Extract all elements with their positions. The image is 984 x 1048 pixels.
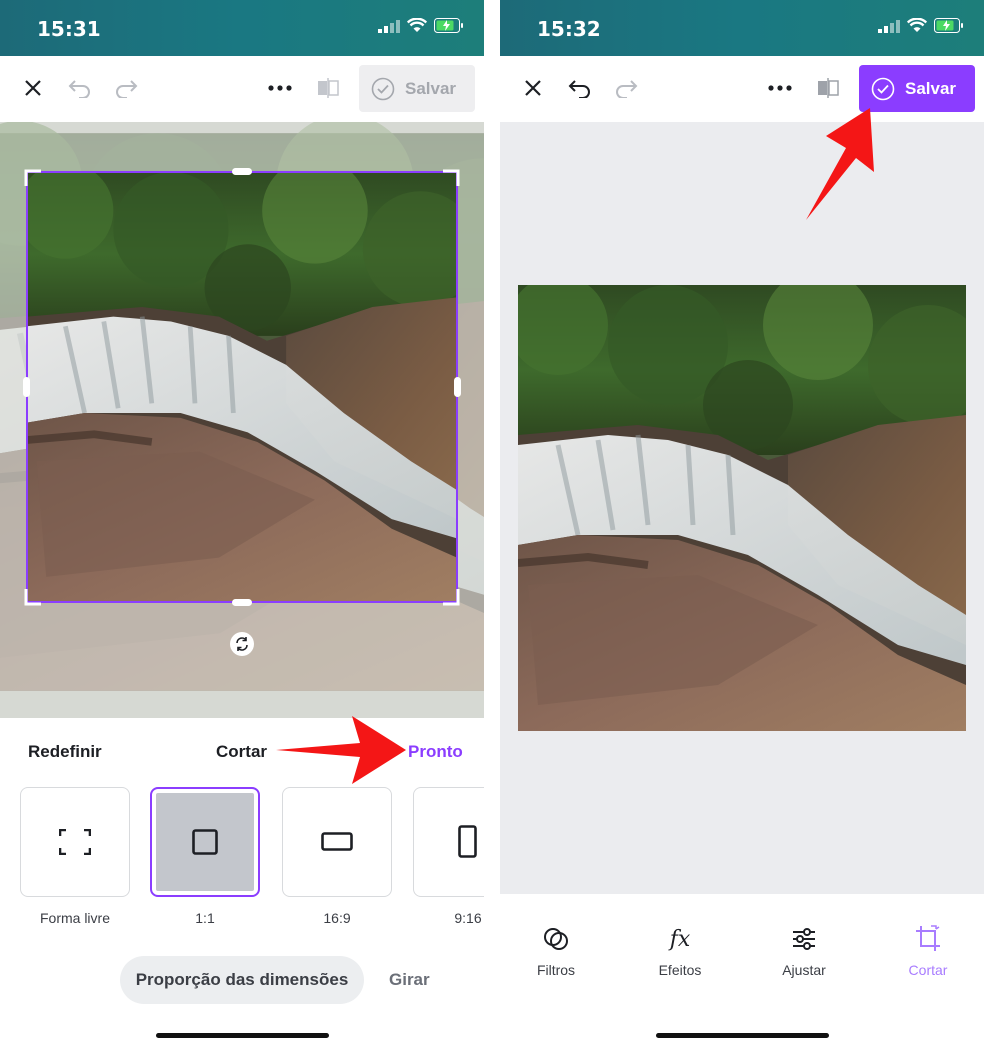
- compare-icon: [318, 78, 339, 98]
- sheet-title: Cortar: [216, 742, 268, 761]
- signal-icon: [378, 19, 400, 33]
- status-time: 15:32: [537, 17, 601, 41]
- redo-button[interactable]: [108, 70, 144, 106]
- crop-canvas[interactable]: [0, 122, 484, 718]
- editor-toolbar: Salvar: [500, 56, 984, 122]
- crop-selection[interactable]: [0, 122, 484, 718]
- ratio-label: 16:9: [323, 910, 351, 926]
- edit-tab-bar: Filtros fx Efeitos Ajustar Cortar: [500, 894, 984, 1048]
- close-button[interactable]: [15, 70, 51, 106]
- ratio-9-16[interactable]: [413, 787, 484, 897]
- editor-toolbar: Salvar: [0, 56, 484, 122]
- undo-icon: [568, 80, 590, 98]
- undo-icon: [68, 80, 90, 98]
- undo-button[interactable]: [562, 70, 598, 106]
- status-time: 15:31: [37, 17, 101, 41]
- effects-icon: fx: [669, 926, 691, 952]
- tab-crop[interactable]: Cortar: [883, 924, 973, 978]
- compare-button[interactable]: [810, 70, 846, 106]
- edit-photo-screen: 15:32 Salvar Filtros fx Efeitos Ajustar …: [500, 0, 984, 1048]
- more-icon: [768, 85, 792, 91]
- undo-button[interactable]: [62, 70, 98, 106]
- ratio-label: 1:1: [195, 910, 215, 926]
- status-bar: 15:32: [500, 0, 984, 56]
- reset-button[interactable]: Redefinir: [28, 742, 102, 762]
- more-options-button[interactable]: [262, 70, 298, 106]
- close-icon: [25, 80, 41, 96]
- rotate-icon: [236, 637, 248, 651]
- ratio-freeform[interactable]: [20, 787, 130, 897]
- battery-charging-icon: [434, 18, 463, 33]
- check-circle-icon: [371, 77, 395, 100]
- canvas-area: [500, 122, 984, 894]
- redo-button[interactable]: [608, 70, 644, 106]
- tab-label: Ajustar: [782, 962, 826, 978]
- close-button[interactable]: [515, 70, 551, 106]
- square-ratio-icon: [192, 829, 218, 855]
- portrait-ratio-icon: [458, 825, 477, 858]
- compare-icon: [818, 78, 839, 98]
- more-options-button[interactable]: [762, 70, 798, 106]
- ratio-label: Forma livre: [39, 910, 110, 926]
- save-label: Salvar: [905, 78, 957, 98]
- signal-icon: [878, 19, 900, 33]
- crop-edge-handle: [232, 168, 252, 175]
- wifi-icon: [407, 18, 427, 32]
- tab-filters[interactable]: Filtros: [511, 924, 601, 978]
- annotation-arrow: [276, 716, 406, 784]
- adjust-icon: [793, 928, 815, 950]
- tab-effects[interactable]: fx Efeitos: [635, 924, 725, 979]
- save-label: Salvar: [405, 78, 457, 98]
- done-button[interactable]: Pronto: [408, 742, 463, 762]
- save-button[interactable]: Salvar: [359, 65, 475, 112]
- tab-adjust[interactable]: Ajustar: [759, 924, 849, 978]
- check-circle-icon: [871, 77, 895, 100]
- compare-button[interactable]: [310, 70, 346, 106]
- status-icons: [378, 18, 464, 33]
- crop-edge-handle: [232, 599, 252, 606]
- ratio-label: 9:16: [454, 910, 482, 926]
- crop-edge-handle: [454, 377, 461, 397]
- ratio-1-1[interactable]: [150, 787, 260, 897]
- rotate-handle[interactable]: [230, 632, 254, 656]
- redo-icon: [116, 80, 138, 98]
- wifi-icon: [907, 18, 927, 32]
- filters-icon: [544, 928, 568, 950]
- status-bar: 15:31: [0, 0, 484, 56]
- tab-label: Efeitos: [658, 962, 702, 978]
- cropped-photo: [17, 158, 478, 602]
- tab-rotate[interactable]: Girar: [389, 970, 430, 990]
- more-icon: [268, 85, 292, 91]
- landscape-ratio-icon: [321, 832, 353, 851]
- ratio-16-9[interactable]: [282, 787, 392, 897]
- battery-charging-icon: [934, 18, 963, 33]
- crop-editor-screen: 15:31 Salvar Redefinir Cortar Pronto For…: [0, 0, 484, 1048]
- tab-label: Filtros: [536, 962, 576, 978]
- freeform-icon: [59, 829, 91, 855]
- annotation-arrow: [806, 108, 874, 220]
- tab-aspect-ratio[interactable]: Proporção das dimensões: [120, 956, 364, 1004]
- home-indicator: [656, 1033, 829, 1038]
- tab-label: Cortar: [908, 962, 948, 978]
- status-icons: [878, 18, 964, 33]
- redo-icon: [616, 80, 638, 98]
- cropped-photo-preview[interactable]: [518, 285, 966, 731]
- crop-edge-handle: [23, 377, 30, 397]
- save-button[interactable]: Salvar: [859, 65, 975, 112]
- home-indicator: [156, 1033, 329, 1038]
- close-icon: [525, 80, 541, 96]
- crop-icon: [916, 925, 940, 951]
